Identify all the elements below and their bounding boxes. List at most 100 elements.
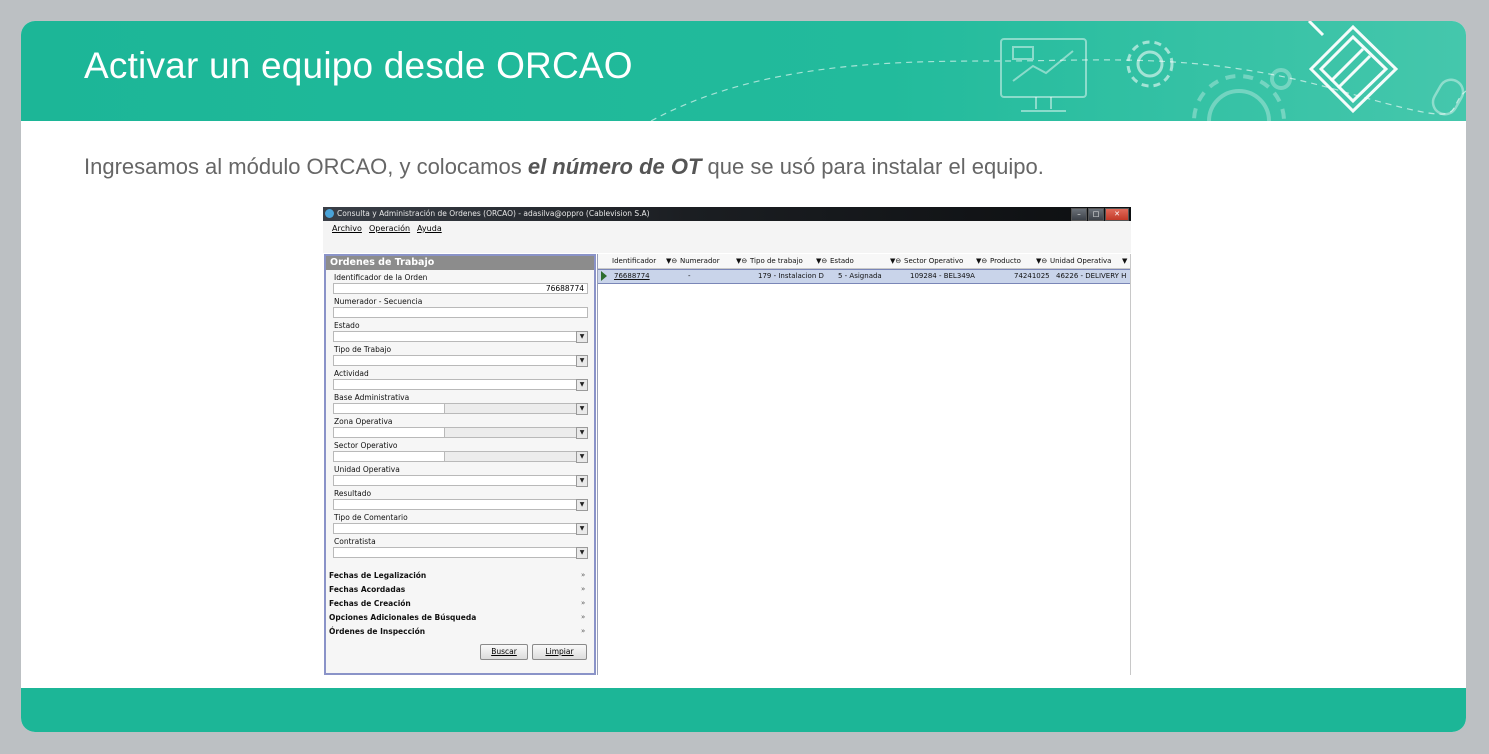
cell-producto: 74241025	[1014, 272, 1050, 280]
order-id-value: 76688774	[545, 284, 584, 293]
intro-emphasis: el número de OT	[527, 154, 702, 179]
filter-icon[interactable]: ▼⊖	[816, 257, 827, 265]
section-fechas-creacion[interactable]: Fechas de Creación	[329, 599, 411, 608]
field-label: Identificador de la Orden	[334, 273, 428, 282]
field-label: Base Administrativa	[334, 393, 410, 402]
column-header[interactable]: Tipo de trabajo	[750, 257, 803, 265]
dropdown-arrow-icon[interactable]: ▼	[576, 499, 588, 511]
tipo-trabajo-select[interactable]: ▼	[333, 355, 588, 367]
menu-archivo[interactable]: Archivo	[332, 224, 362, 233]
section-fechas-acordadas[interactable]: Fechas Acordadas	[329, 585, 405, 594]
cell-tipo-trabajo: 179 - Instalacion D	[758, 272, 824, 280]
base-administrativa-select[interactable]: ▼	[333, 403, 588, 415]
results-grid: Identificador ▼⊖ Numerador ▼⊖ Tipo de tr…	[597, 254, 1131, 675]
filter-icon[interactable]: ▼	[1122, 257, 1127, 265]
dropdown-arrow-icon[interactable]: ▼	[576, 451, 588, 463]
description-field	[445, 452, 576, 461]
filter-icon[interactable]: ▼⊖	[736, 257, 747, 265]
cell-sector: 109284 - BEL349A	[910, 272, 975, 280]
order-id-link[interactable]: 76688774	[614, 272, 650, 280]
minimize-icon[interactable]: –	[1071, 208, 1087, 221]
grid-header: Identificador ▼⊖ Numerador ▼⊖ Tipo de tr…	[598, 254, 1130, 269]
expand-icon[interactable]: »	[581, 627, 585, 635]
menu-operacion[interactable]: Operación	[369, 224, 410, 233]
app-icon	[325, 209, 334, 218]
dropdown-arrow-icon[interactable]: ▼	[576, 355, 588, 367]
search-button[interactable]: Buscar	[480, 644, 528, 660]
window-titlebar: Consulta y Administración de Ordenes (OR…	[323, 207, 1131, 221]
dropdown-arrow-icon[interactable]: ▼	[576, 379, 588, 391]
expand-icon[interactable]: »	[581, 599, 585, 607]
column-header[interactable]: Numerador	[680, 257, 720, 265]
column-header[interactable]: Estado	[830, 257, 854, 265]
section-opciones-adicionales[interactable]: Opciones Adicionales de Búsqueda	[329, 613, 476, 622]
code-input[interactable]	[334, 404, 445, 413]
mouse-icon	[1431, 78, 1465, 116]
intro-text: Ingresamos al módulo ORCAO, y colocamos …	[84, 154, 1044, 180]
filter-icon[interactable]: ▼⊖	[1036, 257, 1047, 265]
column-header[interactable]: Sector Operativo	[904, 257, 963, 265]
section-ordenes-inspeccion[interactable]: Órdenes de Inspección	[329, 627, 425, 636]
dropdown-arrow-icon[interactable]: ▼	[576, 523, 588, 535]
zona-operativa-select[interactable]: ▼	[333, 427, 588, 439]
field-label: Unidad Operativa	[334, 465, 400, 474]
clear-button[interactable]: Limpiar	[532, 644, 587, 660]
expand-icon[interactable]: »	[581, 585, 585, 593]
resultado-select[interactable]: ▼	[333, 499, 588, 511]
field-label: Numerador - Secuencia	[334, 297, 423, 306]
header-decoration	[650, 21, 1466, 121]
dropdown-arrow-icon[interactable]: ▼	[576, 475, 588, 487]
cell-unidad: 46226 - DELIVERY H	[1056, 272, 1127, 280]
dropdown-arrow-icon[interactable]: ▼	[576, 403, 588, 415]
window-controls: – □ ✕	[1070, 208, 1129, 221]
code-input[interactable]	[334, 452, 445, 461]
pencil-tools-icon	[1307, 21, 1399, 114]
field-label: Estado	[334, 321, 360, 330]
unidad-operativa-select[interactable]: ▼	[333, 475, 588, 487]
filter-icon[interactable]: ▼⊖	[666, 257, 677, 265]
intro-part-1: Ingresamos al módulo ORCAO, y colocamos	[84, 154, 528, 179]
maximize-icon[interactable]: □	[1088, 208, 1104, 221]
gear-icon	[1126, 40, 1174, 88]
filter-icon[interactable]: ▼⊖	[976, 257, 987, 265]
sequence-input[interactable]	[333, 307, 588, 318]
orcao-window: Consulta y Administración de Ordenes (OR…	[323, 207, 1131, 675]
tipo-comentario-select[interactable]: ▼	[333, 523, 588, 535]
cell-estado: 5 - Asignada	[838, 272, 882, 280]
panel-title: Ordenes de Trabajo	[326, 256, 594, 270]
menu-bar: Archivo Operación Ayuda	[323, 221, 1131, 237]
dropdown-arrow-icon[interactable]: ▼	[576, 427, 588, 439]
window-title: Consulta y Administración de Ordenes (OR…	[337, 209, 650, 218]
actividad-select[interactable]: ▼	[333, 379, 588, 391]
column-header[interactable]: Identificador	[612, 257, 656, 265]
slide: Activar un equipo desde ORCAO Ingresamos…	[21, 21, 1466, 732]
sector-operativo-select[interactable]: ▼	[333, 451, 588, 463]
field-label: Zona Operativa	[334, 417, 393, 426]
table-row[interactable]: 76688774 - 179 - Instalacion D 5 - Asign…	[598, 269, 1130, 284]
toolbar-strip	[323, 237, 1131, 253]
field-label: Tipo de Trabajo	[334, 345, 392, 354]
field-label: Sector Operativo	[334, 441, 398, 450]
field-label: Tipo de Comentario	[334, 513, 408, 522]
section-fechas-legalizacion[interactable]: Fechas de Legalización	[329, 571, 426, 580]
column-header[interactable]: Producto	[990, 257, 1021, 265]
contratista-select[interactable]: ▼	[333, 547, 588, 559]
slide-header: Activar un equipo desde ORCAO	[21, 21, 1466, 121]
intro-part-2: que se usó para instalar el equipo.	[701, 154, 1044, 179]
estado-select[interactable]: ▼	[333, 331, 588, 343]
menu-ayuda[interactable]: Ayuda	[417, 224, 442, 233]
column-header[interactable]: Unidad Operativa	[1050, 257, 1111, 265]
monitor-chart-icon	[1000, 38, 1087, 112]
expand-icon[interactable]: »	[581, 571, 585, 579]
filter-icon[interactable]: ▼⊖	[890, 257, 901, 265]
cell-numerador: -	[688, 272, 691, 280]
dropdown-arrow-icon[interactable]: ▼	[576, 331, 588, 343]
expand-icon[interactable]: »	[581, 613, 585, 621]
close-icon[interactable]: ✕	[1105, 208, 1129, 221]
gear-large-icon	[1192, 68, 1292, 121]
code-input[interactable]	[334, 428, 445, 437]
dropdown-arrow-icon[interactable]: ▼	[576, 547, 588, 559]
row-pointer-icon	[601, 271, 607, 281]
order-id-input[interactable]: 76688774	[333, 283, 588, 294]
slide-footer	[21, 688, 1466, 732]
